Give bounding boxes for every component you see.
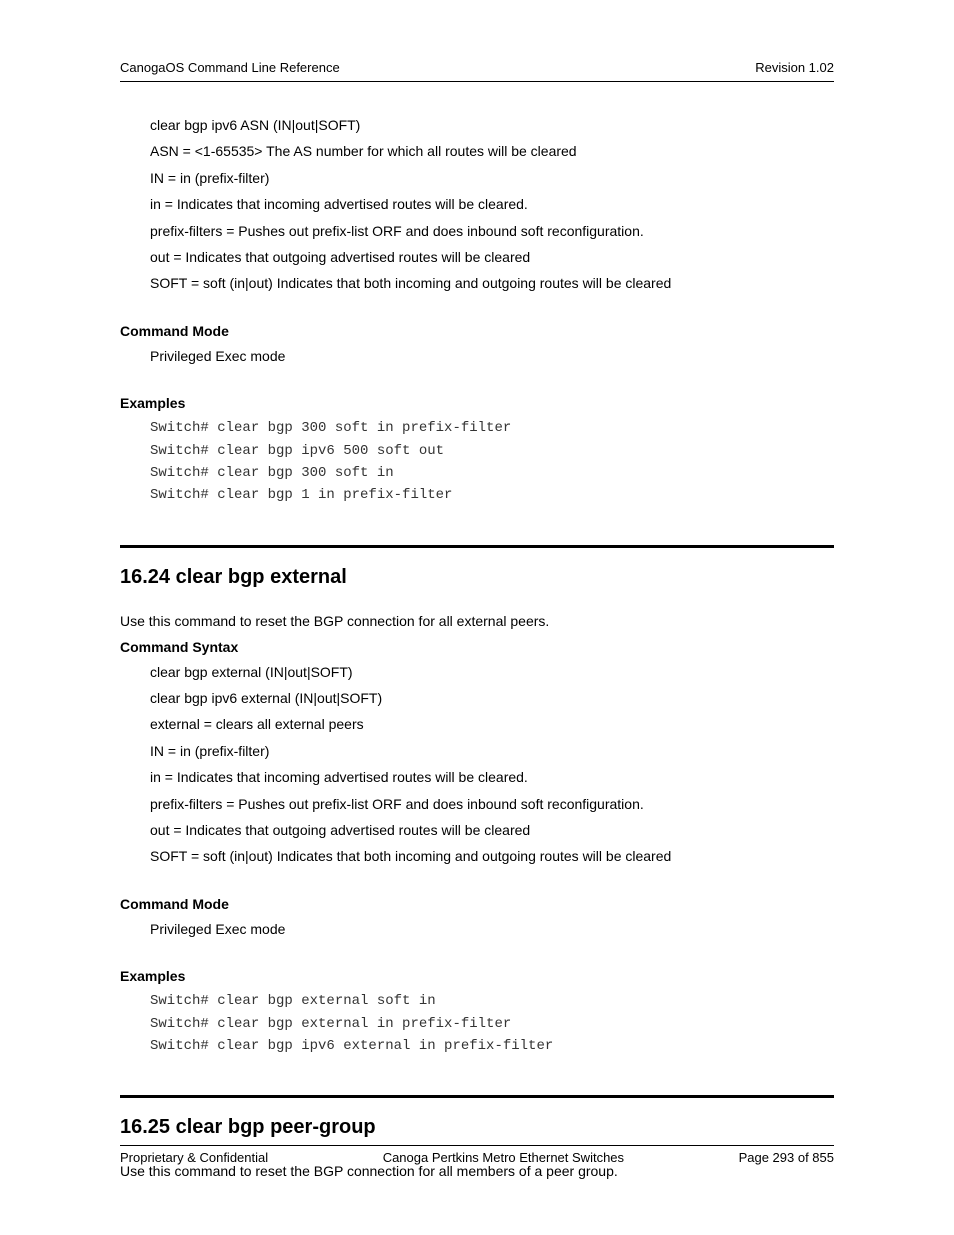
- examples-code-block: Switch# clear bgp 300 soft in prefix-fil…: [150, 417, 834, 507]
- syntax-line: IN = in (prefix-filter): [150, 167, 834, 189]
- command-mode-label: Command Mode: [120, 896, 834, 912]
- section-divider: [120, 1095, 834, 1098]
- section-intro: Use this command to reset the BGP connec…: [120, 613, 834, 629]
- syntax-line: prefix-filters = Pushes out prefix-list …: [150, 220, 834, 242]
- footer-right: Page 293 of 855: [739, 1150, 834, 1165]
- section-divider: [120, 545, 834, 548]
- syntax-line: ASN = <1-65535> The AS number for which …: [150, 140, 834, 162]
- syntax-line: prefix-filters = Pushes out prefix-list …: [150, 793, 834, 815]
- syntax-line: IN = in (prefix-filter): [150, 740, 834, 762]
- command-syntax-label: Command Syntax: [120, 639, 834, 655]
- syntax-line: clear bgp ipv6 ASN (IN|out|SOFT): [150, 114, 834, 136]
- page-footer: Proprietary & Confidential Canoga Pertki…: [120, 1145, 834, 1165]
- section-heading-1624: 16.24 clear bgp external: [120, 566, 834, 589]
- syntax-line: out = Indicates that outgoing advertised…: [150, 246, 834, 268]
- section-heading-1625: 16.25 clear bgp peer-group: [120, 1116, 834, 1139]
- examples-label: Examples: [120, 968, 834, 984]
- document-page: CanogaOS Command Line Reference Revision…: [0, 0, 954, 1235]
- page-header: CanogaOS Command Line Reference Revision…: [120, 60, 834, 82]
- command-mode-value: Privileged Exec mode: [150, 918, 834, 940]
- section-intro: Use this command to reset the BGP connec…: [120, 1163, 834, 1179]
- syntax-line: clear bgp external (IN|out|SOFT): [150, 661, 834, 683]
- command-mode-value: Privileged Exec mode: [150, 345, 834, 367]
- command-mode-label: Command Mode: [120, 323, 834, 339]
- header-left: CanogaOS Command Line Reference: [120, 60, 340, 75]
- footer-center: Canoga Pertkins Metro Ethernet Switches: [383, 1150, 624, 1165]
- syntax-line: SOFT = soft (in|out) Indicates that both…: [150, 272, 834, 294]
- syntax-block-1624: clear bgp external (IN|out|SOFT) clear b…: [150, 661, 834, 868]
- header-right: Revision 1.02: [755, 60, 834, 75]
- syntax-line: out = Indicates that outgoing advertised…: [150, 819, 834, 841]
- examples-code-block: Switch# clear bgp external soft in Switc…: [150, 990, 834, 1057]
- syntax-block-upper: clear bgp ipv6 ASN (IN|out|SOFT) ASN = <…: [150, 114, 834, 295]
- examples-label: Examples: [120, 395, 834, 411]
- syntax-line: in = Indicates that incoming advertised …: [150, 766, 834, 788]
- syntax-line: SOFT = soft (in|out) Indicates that both…: [150, 845, 834, 867]
- syntax-line: in = Indicates that incoming advertised …: [150, 193, 834, 215]
- footer-left: Proprietary & Confidential: [120, 1150, 268, 1165]
- syntax-line: external = clears all external peers: [150, 713, 834, 735]
- syntax-line: clear bgp ipv6 external (IN|out|SOFT): [150, 687, 834, 709]
